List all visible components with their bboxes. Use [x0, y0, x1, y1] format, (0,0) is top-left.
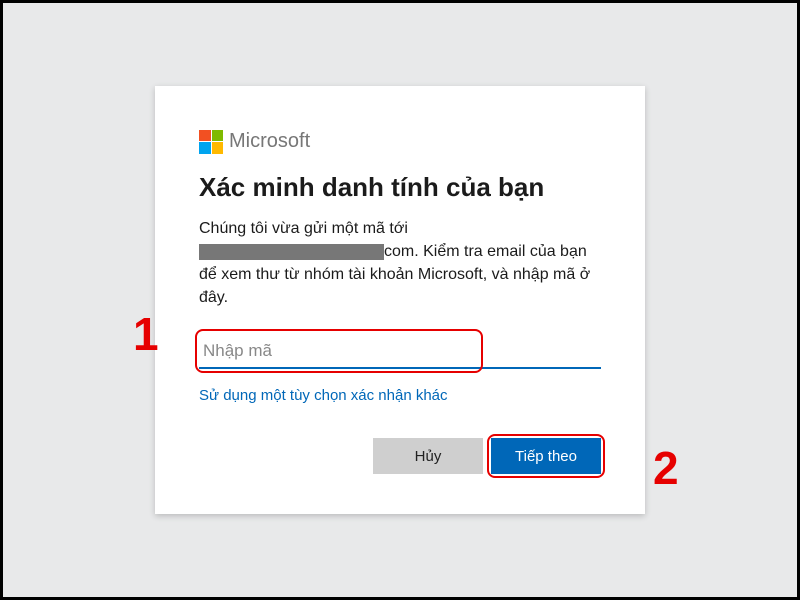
- microsoft-logo-icon: [199, 130, 223, 154]
- code-input-wrapper: [199, 333, 601, 369]
- redacted-email: [199, 244, 384, 260]
- alternate-verify-link[interactable]: Sử dụng một tùy chọn xác nhận khác: [199, 387, 448, 404]
- button-row: Hủy Tiếp theo: [199, 438, 601, 474]
- cancel-button[interactable]: Hủy: [373, 438, 483, 474]
- verify-identity-card: Microsoft Xác minh danh tính của bạn Chú…: [155, 86, 645, 515]
- microsoft-logo: Microsoft: [199, 130, 601, 154]
- next-button[interactable]: Tiếp theo: [491, 438, 601, 474]
- microsoft-logo-text: Microsoft: [229, 130, 310, 153]
- page-title: Xác minh danh tính của bạn: [199, 172, 601, 203]
- annotation-label-2: 2: [653, 441, 679, 495]
- instruction-part1: Chúng tôi vừa gửi một mã tới: [199, 220, 408, 237]
- code-input[interactable]: [199, 333, 601, 369]
- instruction-text: Chúng tôi vừa gửi một mã tới com. Kiểm t…: [199, 217, 601, 310]
